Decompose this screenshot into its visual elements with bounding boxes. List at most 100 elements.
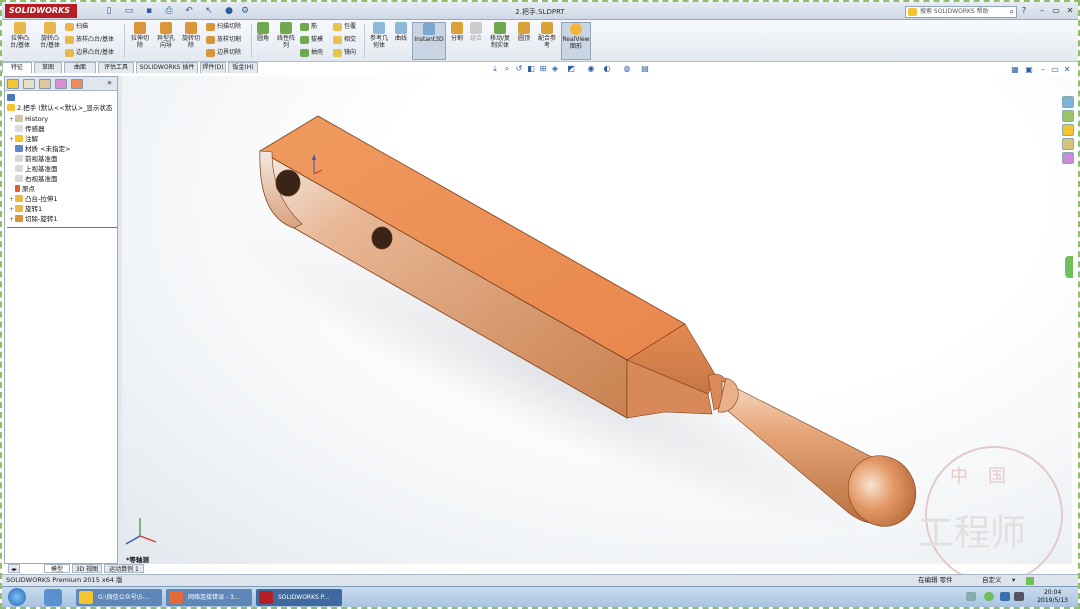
graphics-area[interactable]: *等轴测	[122, 76, 1073, 564]
units-dropdown-icon[interactable]: ▾	[1012, 575, 1015, 586]
keyboard-icon[interactable]	[966, 592, 976, 601]
tab-sketch[interactable]: 草图	[34, 62, 62, 73]
help-question-icon[interactable]: ?	[1018, 6, 1030, 17]
previous-view-icon[interactable]: ↺	[514, 64, 524, 74]
display-style-icon[interactable]: ◩	[566, 64, 576, 74]
tree-item-sensors[interactable]: 传感器	[9, 124, 45, 134]
system-clock[interactable]: 20:04 2019/5/13	[1037, 589, 1068, 605]
restore-button[interactable]: ▭	[1050, 6, 1062, 17]
viewport-minimize-icon[interactable]: –	[1038, 65, 1048, 75]
mirror-button[interactable]: 镜向	[333, 49, 356, 57]
rollback-bar[interactable]	[7, 227, 117, 228]
tab-features[interactable]: 特征	[2, 62, 32, 73]
draft-button[interactable]: 拔模	[300, 36, 323, 44]
boundary-cut-button[interactable]: 边界切除	[206, 49, 241, 57]
view-orientation-icon[interactable]: ◈	[550, 64, 560, 74]
apply-scene-icon[interactable]: ◍	[622, 64, 632, 74]
tab-weldments[interactable]: 焊件(D)	[200, 62, 226, 73]
hide-show-items-icon[interactable]: ◉	[586, 64, 596, 74]
design-library-tab-icon[interactable]	[1062, 110, 1074, 122]
viewport-maximize-icon[interactable]: ▭	[1050, 65, 1060, 75]
extrude-boss-button[interactable]: 拉伸凸 台/基体	[6, 22, 34, 49]
units-selector[interactable]: 自定义	[982, 575, 1002, 586]
split-button[interactable]: 分割	[449, 22, 465, 42]
tab-3d-views[interactable]: 3D 视图	[72, 564, 102, 573]
combine-button[interactable]: 组合	[467, 22, 485, 42]
revolve-boss-button[interactable]: 旋转凸 台/基体	[36, 22, 64, 49]
tab-evaluate[interactable]: 评估工具	[98, 62, 134, 73]
tree-item-material[interactable]: 材质 <未指定>	[9, 144, 70, 154]
configuration-manager-tab-icon[interactable]	[39, 79, 51, 89]
reference-geometry-button[interactable]: 参考几 何体	[367, 22, 391, 49]
tab-addins[interactable]: SOLIDWORKS 插件	[136, 62, 198, 73]
taskbar-item-solidworks[interactable]: SOLIDWORKS P...	[256, 589, 342, 606]
move-copy-body-label: 移动/复 制实体	[489, 35, 511, 49]
zoom-area-icon[interactable]: ⌕	[502, 64, 512, 74]
realview-button[interactable]: RealView 图形	[561, 22, 591, 60]
chrome-taskbar-icon[interactable]	[44, 589, 62, 606]
tab-sheetmetal[interactable]: 钣金(H)	[228, 62, 258, 73]
tray-app-icon[interactable]	[984, 592, 994, 601]
taskbar-item-browser[interactable]: 网络连接错误 - 3...	[166, 589, 252, 606]
swept-cut-button[interactable]: 扫描切除	[206, 23, 241, 31]
dynamic-annotation-icon[interactable]: ⊞	[538, 64, 548, 74]
tab-surfaces[interactable]: 曲面	[64, 62, 96, 73]
move-copy-body-button[interactable]: 移动/复 制实体	[487, 22, 513, 49]
viewport-close-icon[interactable]: ✕	[1062, 65, 1072, 75]
close-button[interactable]: ✕	[1064, 6, 1076, 17]
task-pane-toggle-icon[interactable]	[1065, 256, 1073, 278]
view-palette-tab-icon[interactable]	[1062, 138, 1074, 150]
search-icon[interactable]: ⌕	[1010, 7, 1014, 17]
file-explorer-tab-icon[interactable]	[1062, 124, 1074, 136]
hole-wizard-button[interactable]: 异型孔 向导	[154, 22, 178, 49]
dimxpert-tab-icon[interactable]	[55, 79, 67, 89]
tree-item-origin[interactable]: 原点	[9, 184, 35, 194]
tree-root[interactable]: 2.把手 (默认<<默认>_显示状态	[7, 103, 112, 113]
revolve-cut-button[interactable]: 旋转切 除	[179, 22, 203, 49]
linear-pattern-button[interactable]: 线性阵 列	[274, 22, 298, 49]
appearances-tab-icon[interactable]	[1062, 152, 1074, 164]
extrude-cut-button[interactable]: 拉伸切 除	[128, 22, 152, 49]
shell-button[interactable]: 抽壳	[300, 49, 323, 57]
feature-manager-tab-icon[interactable]	[7, 79, 19, 89]
expand-panel-icon[interactable]: »	[107, 78, 112, 87]
network-icon[interactable]	[1000, 592, 1010, 601]
tree-item-right-plane[interactable]: 右视基准面	[9, 174, 58, 184]
mirror-icon	[333, 49, 342, 57]
property-manager-tab-icon[interactable]	[23, 79, 35, 89]
dome-button[interactable]: 圆顶	[515, 22, 533, 42]
fillet-button[interactable]: 圆角	[254, 22, 272, 42]
viewport-restore-icon[interactable]: ▣	[1024, 65, 1034, 75]
sweep-button[interactable]: 扫描	[65, 23, 88, 31]
minimize-button[interactable]: –	[1036, 6, 1048, 17]
mate-reference-button[interactable]: 配合参 考	[535, 22, 559, 49]
rib-button[interactable]: 筋	[300, 23, 317, 31]
volume-icon[interactable]	[1014, 592, 1024, 601]
section-view-icon[interactable]: ◧	[526, 64, 536, 74]
instant3d-button[interactable]: Instant3D	[412, 22, 446, 60]
tree-item-cut-revolve[interactable]: + 切除-旋转1	[9, 214, 57, 225]
taskbar-item-explorer[interactable]: G:\微信公众号\5-...	[76, 589, 162, 606]
plane-icon	[15, 175, 23, 182]
display-manager-tab-icon[interactable]	[71, 79, 83, 89]
tab-motion-study[interactable]: 运动算例 1	[104, 564, 144, 573]
tab-model[interactable]: 模型	[44, 564, 70, 573]
curves-button[interactable]: 曲线	[392, 22, 410, 42]
wrap-button[interactable]: 包覆	[333, 23, 356, 31]
zoom-to-fit-icon[interactable]: ⤓	[490, 64, 500, 74]
tree-item-front-plane[interactable]: 前视基准面	[9, 154, 58, 164]
loft-boss-button[interactable]: 放样凸台/基体	[65, 36, 114, 44]
resources-tab-icon[interactable]	[1062, 96, 1074, 108]
view-settings-icon[interactable]: ▤	[640, 64, 650, 74]
start-button[interactable]	[8, 588, 26, 606]
tab-scroll-icon[interactable]: ◂▸	[8, 564, 20, 573]
edit-appearance-icon[interactable]: ◐	[602, 64, 612, 74]
intersect-button[interactable]: 相交	[333, 36, 356, 44]
filter-icon[interactable]	[7, 93, 17, 103]
boundary-boss-button[interactable]: 边界凸台/基体	[65, 49, 114, 57]
lofted-cut-button[interactable]: 放样切割	[206, 36, 241, 44]
help-status-icon[interactable]	[1026, 577, 1034, 585]
help-search-input[interactable]: 搜索 SOLIDWORKS 帮助 ⌕	[905, 6, 1017, 18]
tree-item-top-plane[interactable]: 上视基准面	[9, 164, 58, 174]
viewport-split-icon[interactable]: ▦	[1010, 65, 1020, 75]
